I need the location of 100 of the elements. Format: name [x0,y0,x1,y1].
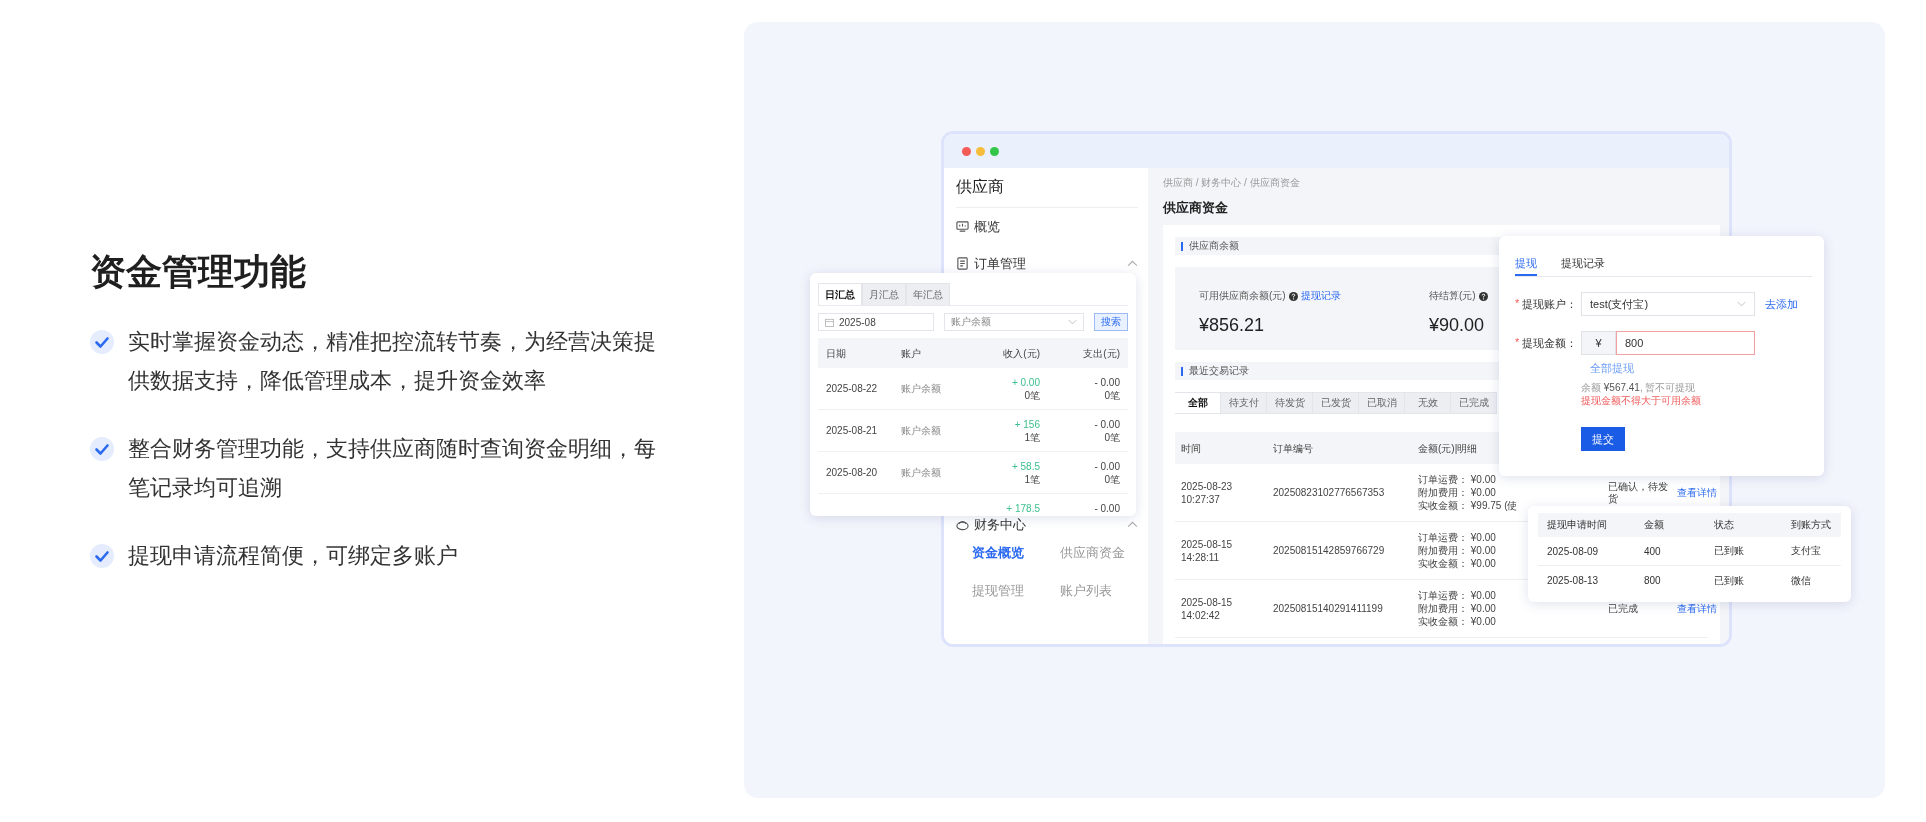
order-status: 已确认，待发货 [1608,480,1668,504]
table-cell-text: 2025-08-15 14:28:11 [1180,537,1234,564]
amount-detail: 附加费用： ¥0.00 [1418,544,1496,557]
maximize-dot-icon[interactable] [990,146,999,156]
income-amount: + 156 [1014,417,1040,431]
status-tab[interactable]: 待支付 [1221,392,1267,414]
table-cell-text: 微信 [1790,573,1812,588]
table-cell: 2025-08-20 [826,467,878,478]
expense-count: 0笔 [1104,430,1120,444]
column-header: 时间 [1180,441,1202,455]
feature-heading: 资金管理功能 [90,252,307,292]
order-status: 已完成 [1608,602,1638,614]
amount-detail: 附加费用： ¥0.00 [1418,602,1496,615]
breadcrumb[interactable]: 供应商 / 财务中心 / 供应商资金 [1163,176,1720,190]
withdraw-tab[interactable]: 提现 [1515,254,1537,276]
sidebar-subitem[interactable]: 资金概览 [972,544,1060,562]
table-cell-text: 20250815142859766729 [1272,544,1386,557]
summary-tab[interactable]: 日汇总 [818,283,862,305]
amount-detail: 附加费用： ¥0.00 [1418,486,1496,499]
account-select[interactable]: 账户余额 [943,313,1085,331]
income-count: 0笔 [1024,388,1040,402]
table-cell: 账户余额 [901,467,941,478]
status-tab[interactable]: 已完成 [1451,392,1497,414]
table-cell-text: 20250823102776567353 [1272,486,1386,499]
summary-tab[interactable]: 月汇总 [862,283,906,305]
sidebar-subitem[interactable]: 账户列表 [1060,582,1148,600]
amount-detail: 订单运费： ¥0.00 [1418,589,1496,602]
view-details-link[interactable]: 查看详情 [1677,603,1717,614]
sidebar-item[interactable]: 财务中心 [974,515,1026,534]
table-cell: 账户余额 [901,383,941,394]
sidebar-item[interactable]: 概览 [974,217,1000,236]
income-count: 1笔 [1024,430,1040,444]
withdraw-all-link[interactable]: 全部提现 [1590,361,1634,375]
status-tab[interactable]: 已取消 [1359,392,1405,414]
amount-input[interactable]: 800 [1616,331,1755,355]
column-header: 支出(元) [1082,346,1121,360]
field-label: 提现金额： [1522,335,1578,351]
monitor-icon [956,220,969,233]
column-header: 订单编号 [1272,441,1314,455]
section-title: 最近交易记录 [1189,364,1249,378]
status-tab[interactable]: 无效 [1405,392,1451,414]
add-account-link[interactable]: 去添加 [1765,296,1798,312]
account-select[interactable]: test(支付宝) [1581,292,1755,316]
search-button[interactable]: 搜索 [1094,313,1128,331]
column-header: 日期 [825,346,847,360]
status-tab[interactable]: 已发货 [1313,392,1359,414]
help-icon[interactable] [1288,291,1298,301]
date-field[interactable]: 2025-08 [818,313,934,331]
expense-amount: - 0.00 [1094,459,1120,473]
close-dot-icon[interactable] [962,146,971,156]
sidebar-item[interactable]: 订单管理 [974,254,1026,273]
column-header: 账户 [900,346,922,360]
chevron-icon [1737,301,1746,307]
summary-tab[interactable]: 年汇总 [906,283,950,305]
income-amount: + 58.5 [1011,459,1040,473]
coin-icon [956,518,969,531]
minimize-dot-icon[interactable] [976,146,985,156]
feature-text: 实时掌握资金动态，精准把控流转节奏，为经营决策提供数据支持，降低管理成本，提升资金效率 [128,328,657,395]
chevron-icon[interactable] [1127,260,1138,267]
chevron-icon[interactable] [1127,521,1138,528]
stat-label: 可用供应商余额(元) [1199,289,1286,303]
feature-text: 提现申请流程简便，可绑定多账户 [128,542,459,570]
table-cell-text: 800 [1643,575,1662,586]
withdraw-tab[interactable]: 提现记录 [1561,254,1605,276]
expense-count: 0笔 [1104,472,1120,486]
table-cell: 账户余额 [901,425,941,436]
table-cell-text: 400 [1643,545,1662,557]
column-header: 状态 [1713,518,1735,532]
column-header: 金额(元)|明细 [1417,441,1479,455]
view-details-link[interactable]: 查看详情 [1677,487,1717,498]
amount-detail: 实收金额： ¥0.00 [1418,615,1496,628]
table-cell-text: 已到账 [1713,544,1745,558]
table-cell-text: 20250815140291411199 [1272,602,1384,615]
check-icon [90,544,114,568]
income-amount: + 178.5 [1006,502,1040,515]
help-icon[interactable] [1478,291,1488,301]
amount-detail: 订单运费： ¥0.00 [1418,473,1496,486]
withdraw-records-link[interactable]: 提现记录 [1300,289,1341,303]
column-header: 提现申请时间 [1546,518,1608,532]
expense-amount: - 0.00 [1094,502,1120,515]
income-count: 1笔 [1024,472,1040,486]
amount-detail: 实收金额： ¥99.75 (使 [1418,499,1518,512]
expense-amount: - 0.00 [1094,375,1120,389]
required-mark: * [1515,296,1520,311]
amount-detail: 订单运费： ¥0.00 [1418,531,1496,544]
status-tab[interactable]: 待发货 [1267,392,1313,414]
expense-amount: - 0.00 [1094,417,1120,431]
balance-hint: 余额 ¥567.41, 暂不可提现 [1581,381,1697,394]
table-cell-text: 已到账 [1713,573,1745,588]
status-tab[interactable]: 全部 [1175,392,1221,414]
table-cell-text: 支付宝 [1790,544,1822,558]
sidebar-subitem[interactable]: 提现管理 [972,582,1060,600]
submit-button[interactable]: 提交 [1581,427,1625,451]
stat-value: ¥90.00 [1429,315,1486,336]
stat-label: 待结算(元) [1429,289,1476,303]
amount-detail: 实收金额： ¥0.00 [1418,557,1496,570]
check-icon [90,437,114,461]
sidebar-subitem[interactable]: 供应商资金 [1060,544,1148,562]
table-cell: 2025-08-22 [826,383,878,394]
chevron-icon [1068,319,1078,325]
